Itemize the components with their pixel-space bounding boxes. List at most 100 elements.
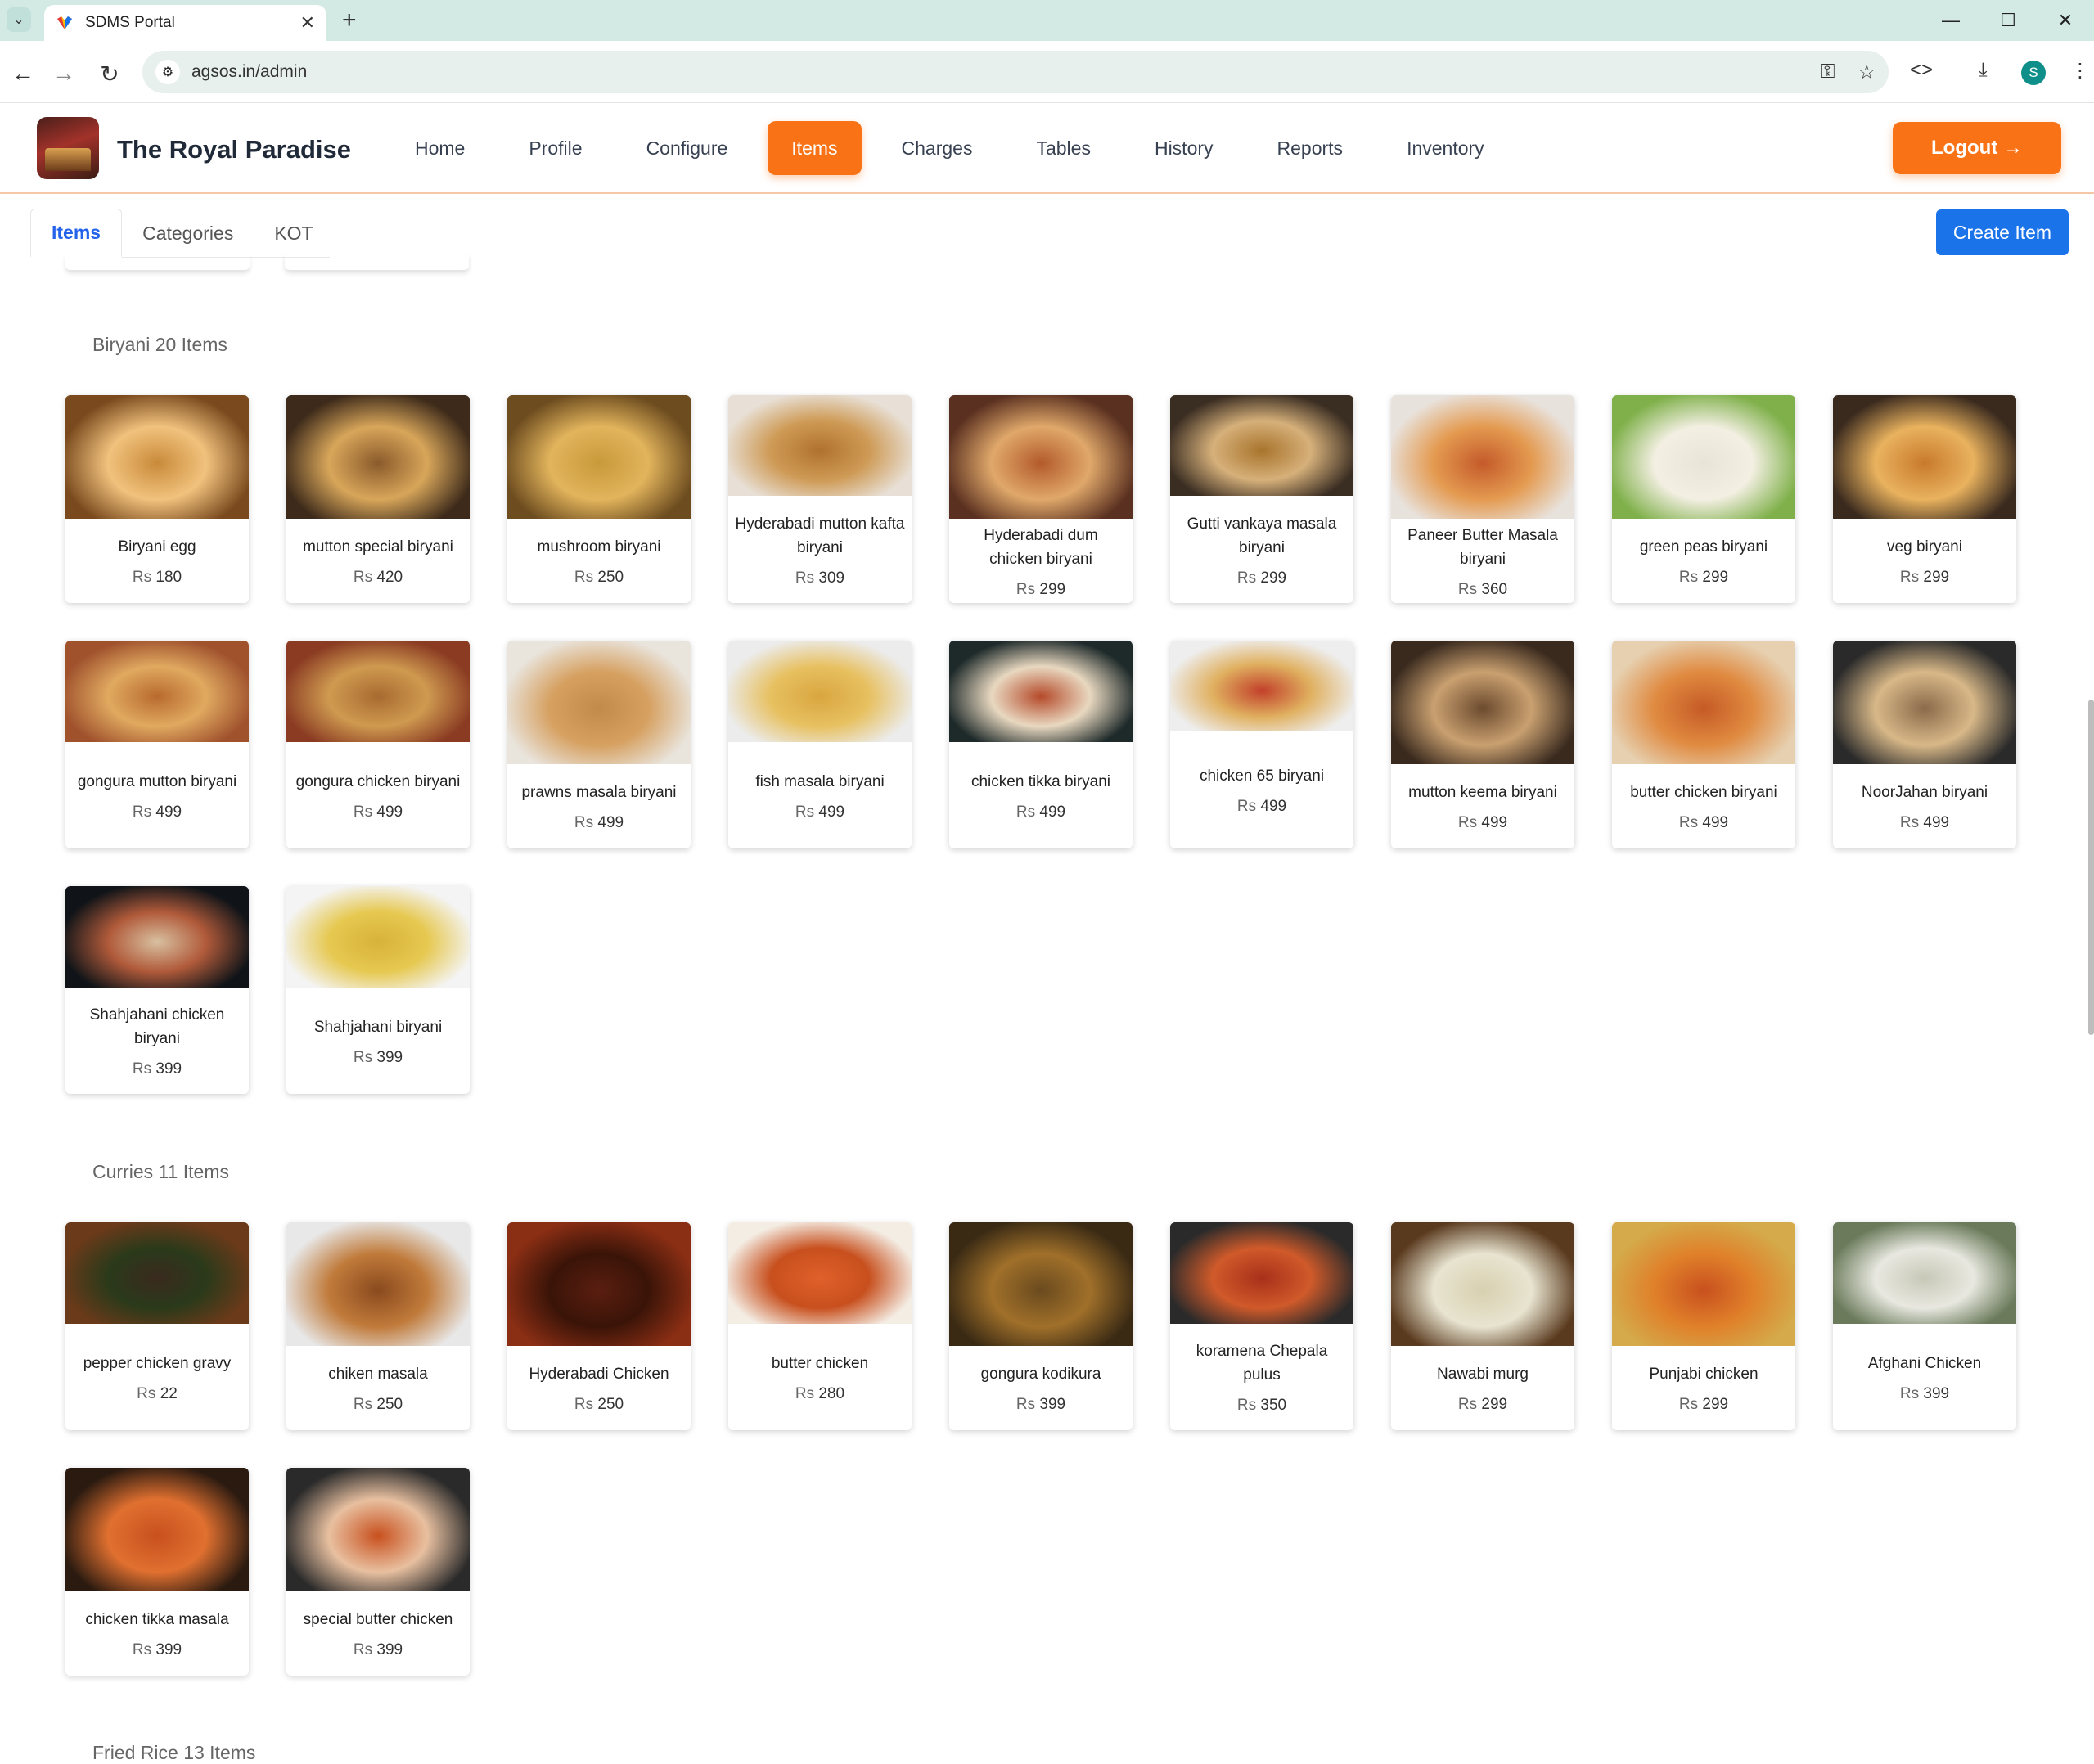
item-card[interactable]: pepper chicken gravy Rs 22 — [65, 1222, 249, 1430]
item-image — [1391, 641, 1574, 764]
logout-button[interactable]: Logout → — [1893, 122, 2061, 174]
url-text[interactable]: agsos.in/admin — [191, 62, 1797, 82]
item-card[interactable]: chicken tikka masala Rs 399 — [65, 1468, 249, 1676]
item-card[interactable]: Hyderabadi dum chicken biryani Rs 299 — [949, 395, 1133, 603]
item-card-body: Paneer Butter Masala biryani Rs 360 — [1391, 519, 1574, 603]
tab-categories[interactable]: Categories — [122, 209, 254, 258]
item-price: Rs 299 — [1458, 1396, 1507, 1414]
password-key-icon[interactable]: ⚿ — [1820, 61, 1835, 83]
section-title-curries: Curries 11 Items — [92, 1161, 230, 1182]
menu-history[interactable]: History — [1131, 121, 1237, 175]
item-card-body: fish masala biryani Rs 499 — [728, 742, 912, 848]
menu-items[interactable]: Items — [768, 121, 862, 175]
price-value: 399 — [376, 1048, 403, 1066]
menu-home[interactable]: Home — [391, 121, 489, 175]
item-name: gongura chicken biryani — [295, 772, 461, 790]
item-card[interactable]: butter chicken Rs 280 — [728, 1222, 912, 1430]
tab-search-dropdown-icon[interactable]: ⌄ — [7, 7, 31, 32]
item-card[interactable]: chiken masala Rs 250 — [286, 1222, 470, 1430]
forward-icon[interactable]: → — [47, 57, 80, 90]
currency-label: Rs — [1899, 1384, 1920, 1402]
create-item-button[interactable]: Create Item — [1936, 209, 2069, 255]
item-card[interactable]: mushroom biryani Rs 250 — [507, 395, 691, 603]
menu-inventory[interactable]: Inventory — [1383, 121, 1508, 175]
address-bar[interactable]: ⚙ agsos.in/admin ⚿ ☆ — [142, 51, 1889, 93]
item-card-body: butter chicken biryani Rs 499 — [1612, 764, 1795, 848]
tab-close-icon[interactable]: ✕ — [300, 12, 315, 34]
item-card[interactable]: fish masala biryani Rs 499 — [728, 641, 912, 848]
item-name: NoorJahan biryani — [1861, 784, 1988, 801]
item-card[interactable]: green peas biryani Rs 299 — [1612, 395, 1795, 603]
close-window-icon[interactable]: ✕ — [2037, 0, 2094, 41]
item-card[interactable]: Punjabi chicken Rs 299 — [1612, 1222, 1795, 1430]
item-card-body: chicken tikka biryani Rs 499 — [949, 742, 1133, 848]
item-card[interactable]: Shahjahani chicken biryani Rs 399 — [65, 886, 249, 1094]
menu-profile[interactable]: Profile — [505, 121, 606, 175]
item-card[interactable]: Biryani egg Rs 180 — [65, 395, 249, 603]
menu-tables[interactable]: Tables — [1012, 121, 1114, 175]
item-card[interactable]: chicken tikka biryani Rs 499 — [949, 641, 1133, 848]
price-value: 350 — [1260, 1397, 1287, 1414]
item-image — [728, 1222, 912, 1324]
item-image — [507, 641, 691, 764]
item-card[interactable]: special butter chicken Rs 399 — [286, 1468, 470, 1676]
item-image — [286, 1468, 470, 1591]
bookmark-star-icon[interactable]: ☆ — [1858, 61, 1876, 84]
item-name: chicken tikka biryani — [970, 772, 1111, 790]
item-card[interactable]: chicken 65 biryani Rs 499 — [1170, 641, 1353, 848]
item-card[interactable]: butter chicken biryani Rs 499 — [1612, 641, 1795, 848]
new-tab-icon[interactable]: + — [342, 7, 357, 34]
item-card[interactable]: Shahjahani biryani Rs 399 — [286, 886, 470, 1094]
item-card[interactable]: prawns masala biryani Rs 499 — [507, 641, 691, 848]
item-card[interactable]: Hyderabadi Chicken Rs 250 — [507, 1222, 691, 1430]
item-card-body: mutton keema biryani Rs 499 — [1391, 764, 1574, 848]
item-price: Rs 399 — [133, 1641, 182, 1659]
item-card[interactable]: Nawabi murg Rs 299 — [1391, 1222, 1574, 1430]
tab-kot[interactable]: KOT — [254, 209, 333, 258]
item-price: Rs 499 — [1900, 814, 1949, 832]
item-card[interactable]: mutton special biryani Rs 420 — [286, 395, 470, 603]
currency-label: Rs — [353, 803, 373, 821]
item-card[interactable]: koramena Chepala pulus Rs 350 — [1170, 1222, 1353, 1430]
profile-avatar[interactable]: S — [2021, 61, 2046, 85]
reload-icon[interactable]: ↻ — [93, 57, 126, 90]
minimize-icon[interactable]: — — [1922, 0, 1979, 41]
currency-label: Rs — [1678, 814, 1699, 831]
item-card-body: Afghani Chicken Rs 399 — [1833, 1324, 2016, 1430]
items-grid-curries: pepper chicken gravy Rs 22 chiken masala Rs… — [65, 1222, 2016, 1676]
item-name: Paneer Butter Masala biryani — [1407, 527, 1558, 568]
back-icon[interactable]: ← — [7, 57, 39, 90]
menu-reports[interactable]: Reports — [1254, 121, 1367, 175]
item-price: Rs 399 — [133, 1060, 182, 1078]
sub-tabs: Items Categories KOT — [30, 209, 330, 258]
item-card-body: butter chicken Rs 280 — [728, 1324, 912, 1430]
tab-items[interactable]: Items — [30, 209, 123, 258]
page-scrollbar[interactable] — [2088, 700, 2094, 1035]
item-card[interactable]: veg biryani Rs 299 — [1833, 395, 2016, 603]
item-card[interactable]: mutton keema biryani Rs 499 — [1391, 641, 1574, 848]
item-card[interactable]: gongura mutton biryani Rs 499 — [65, 641, 249, 848]
price-value: 22 — [160, 1384, 178, 1402]
maximize-icon[interactable]: ☐ — [1979, 0, 2037, 41]
menu-charges[interactable]: Charges — [878, 121, 997, 175]
price-value: 399 — [1039, 1396, 1066, 1413]
item-price: Rs 499 — [1458, 814, 1507, 832]
download-icon[interactable]: ⤓ — [1979, 59, 1988, 82]
devtools-code-icon[interactable]: <> — [1910, 59, 1933, 82]
browser-tab[interactable]: SDMS Portal ✕ — [44, 5, 326, 41]
item-card[interactable]: Hyderabadi mutton kafta biryani Rs 309 — [728, 395, 912, 603]
item-card[interactable]: gongura kodikura Rs 399 — [949, 1222, 1133, 1430]
item-card[interactable]: gongura chicken biryani Rs 499 — [286, 641, 470, 848]
browser-menu-icon[interactable]: ⋮ — [2070, 59, 2090, 83]
item-price: Rs 280 — [795, 1385, 844, 1403]
main-menu: Home Profile Configure Items Charges Tab… — [391, 121, 1524, 175]
item-card[interactable]: Gutti vankaya masala biryani Rs 299 — [1170, 395, 1353, 603]
currency-label: Rs — [137, 1384, 156, 1402]
item-card[interactable]: Afghani Chicken Rs 399 — [1833, 1222, 2016, 1430]
site-info-icon[interactable]: ⚙ — [155, 60, 180, 84]
item-name: mutton special biryani — [303, 538, 453, 556]
price-value: 399 — [155, 1060, 182, 1078]
menu-configure[interactable]: Configure — [623, 121, 752, 175]
item-card[interactable]: Paneer Butter Masala biryani Rs 360 — [1391, 395, 1574, 603]
item-card[interactable]: NoorJahan biryani Rs 499 — [1833, 641, 2016, 848]
